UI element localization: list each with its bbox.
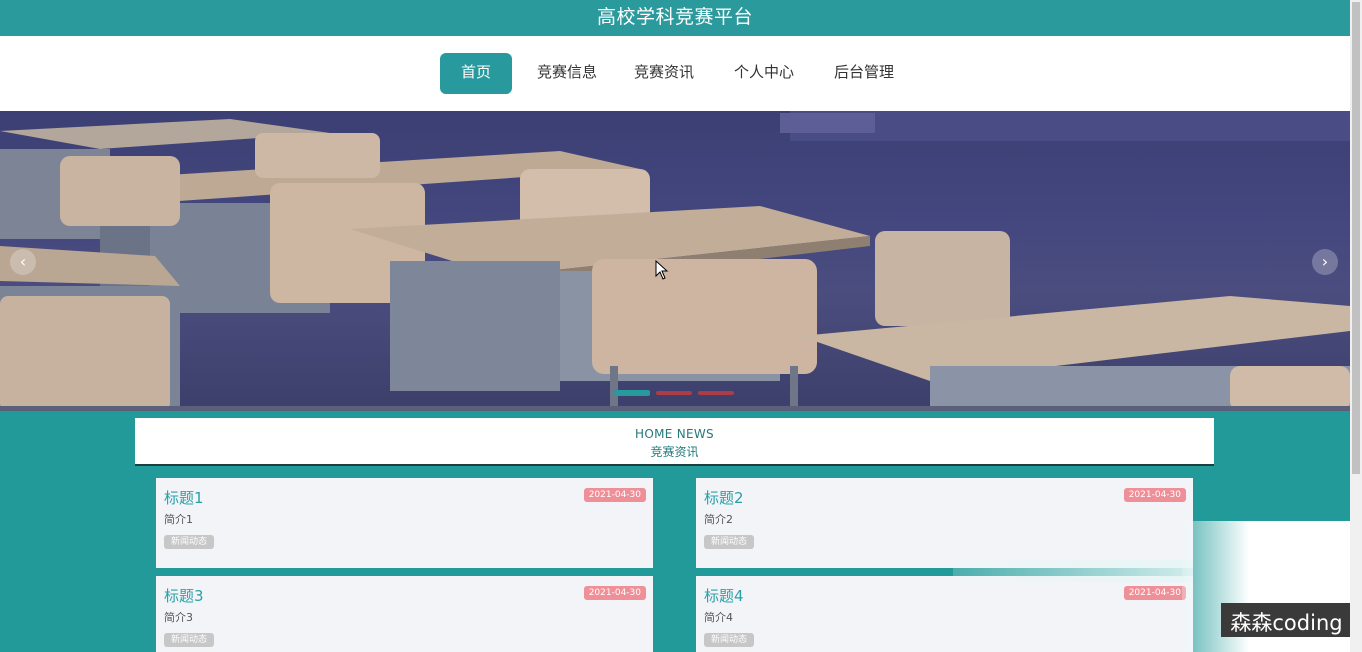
site-header: 高校学科竞赛平台	[0, 0, 1350, 36]
news-section-header: HOME NEWS 竞赛资讯	[135, 418, 1214, 466]
news-card[interactable]: 标题2 简介2 新闻动态 2021-04-30	[696, 478, 1193, 568]
watermark-label: 森森coding	[1221, 603, 1352, 637]
news-card-tag: 新闻动态	[704, 535, 755, 549]
chevron-left-icon: ‹	[19, 252, 27, 271]
main-nav: 首页 竞赛信息 竞赛资讯 个人中心 后台管理	[0, 36, 1350, 111]
news-card-summary: 简介3	[164, 611, 193, 624]
nav-item-competition-news[interactable]: 竞赛资讯	[626, 53, 702, 94]
chevron-right-icon: ›	[1321, 252, 1329, 271]
carousel-indicator-2[interactable]	[656, 391, 692, 395]
news-card-date-badge: 2021-04-30	[583, 488, 646, 502]
news-card[interactable]: 标题1 简介1 新闻动态 2021-04-30	[156, 478, 653, 568]
mouse-cursor-icon	[655, 260, 669, 280]
news-card-tag: 新闻动态	[704, 633, 755, 647]
scrollbar-thumb[interactable]	[1352, 2, 1360, 474]
news-card-title[interactable]: 标题4	[704, 585, 744, 606]
site-title: 高校学科竞赛平台	[596, 6, 753, 28]
news-card-tag: 新闻动态	[164, 535, 215, 549]
news-card[interactable]: 标题3 简介3 新闻动态 2021-04-30	[156, 576, 653, 652]
news-card-tag: 新闻动态	[164, 633, 215, 647]
nav-item-admin[interactable]: 后台管理	[826, 53, 902, 94]
news-card-summary: 简介2	[704, 513, 733, 526]
section-title-cn: 竞赛资讯	[650, 445, 699, 459]
news-card-summary: 简介1	[164, 513, 193, 526]
news-card-title[interactable]: 标题1	[164, 487, 204, 508]
carousel-indicator-3[interactable]	[698, 391, 734, 395]
overlay-blur-band	[953, 560, 1193, 582]
nav-item-personal-center[interactable]: 个人中心	[726, 53, 802, 94]
carousel-indicator-1[interactable]	[614, 390, 650, 396]
nav-item-home[interactable]: 首页	[440, 53, 512, 94]
news-card-title[interactable]: 标题2	[704, 487, 744, 508]
carousel-indicators	[614, 389, 740, 397]
carousel-prev-button[interactable]: ‹	[10, 249, 36, 275]
news-card-summary: 简介4	[704, 611, 733, 624]
section-title-en: HOME NEWS	[635, 427, 714, 441]
carousel-next-button[interactable]: ›	[1312, 249, 1338, 275]
news-card-title[interactable]: 标题3	[164, 585, 204, 606]
news-card-date-badge: 2021-04-30	[583, 586, 646, 600]
carousel-banner[interactable]: ‹ ›	[0, 111, 1350, 411]
page-scrollbar[interactable]	[1350, 0, 1362, 652]
news-card-date-badge: 2021-04-30	[1123, 488, 1186, 502]
news-card-date-badge: 2021-04-30	[1123, 586, 1186, 600]
nav-item-competition-info[interactable]: 竞赛信息	[529, 53, 605, 94]
classroom-banner-image	[0, 111, 1350, 411]
news-card[interactable]: 标题4 简介4 新闻动态 2021-04-30	[696, 576, 1193, 652]
